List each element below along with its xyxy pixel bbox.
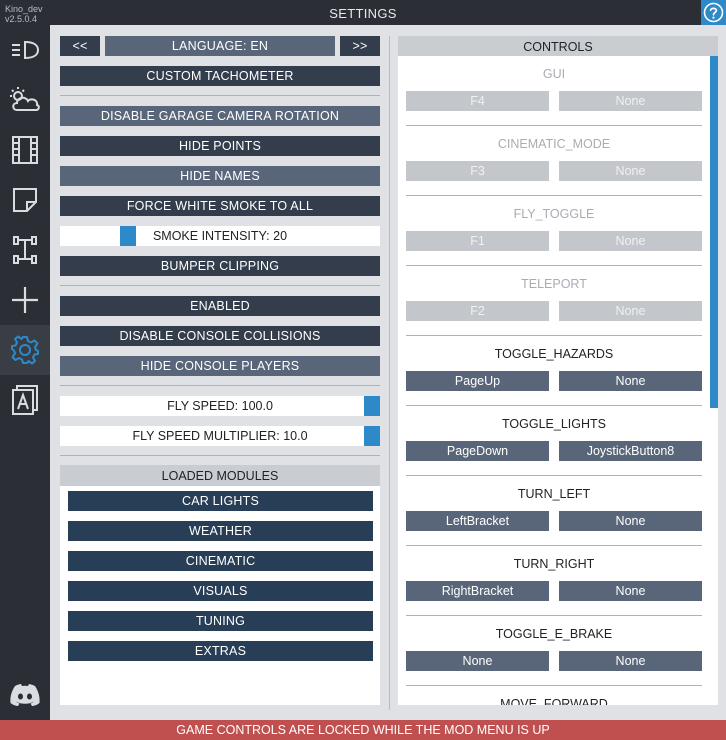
loaded-modules-header: LOADED MODULES — [60, 465, 380, 486]
control-name: GUI — [542, 67, 566, 81]
module-extras[interactable]: EXTRAS — [68, 641, 373, 661]
sidebar-item-font[interactable] — [0, 375, 50, 425]
slider-label: SMOKE INTENSITY: 20 — [152, 229, 288, 243]
primary-key-button[interactable]: LeftBracket — [406, 511, 549, 531]
sidebar-item-extras[interactable] — [0, 275, 50, 325]
control-turn-right: TURN_RIGHT RightBracket None — [398, 546, 710, 616]
secondary-key-button[interactable]: None — [559, 301, 702, 321]
primary-key-button[interactable]: F1 — [406, 231, 549, 251]
module-visuals[interactable]: VISUALS — [68, 581, 373, 601]
module-car-lights[interactable]: CAR LIGHTS — [68, 491, 373, 511]
secondary-key-button[interactable]: None — [559, 91, 702, 111]
control-toggle-hazards: TOGGLE_HAZARDS PageUp None — [398, 336, 710, 406]
control-cinematic-mode: CINEMATIC_MODE F3 None — [398, 126, 710, 196]
control-name: TOGGLE_HAZARDS — [494, 347, 614, 361]
controls-list[interactable]: GUI F4 None CINEMATIC_MODE F3 None FLY_T… — [398, 56, 718, 705]
control-turn-left: TURN_LEFT LeftBracket None — [398, 476, 710, 546]
font-icon — [12, 385, 38, 415]
control-move-forward: MOVE_FORWARD — [398, 686, 710, 705]
hide-points-button[interactable]: HIDE POINTS — [60, 136, 380, 156]
sidebar-item-weather[interactable] — [0, 75, 50, 125]
film-icon — [12, 136, 38, 164]
control-name: FLY_TOGGLE — [513, 207, 595, 221]
locked-controls-banner: GAME CONTROLS ARE LOCKED WHILE THE MOD M… — [0, 720, 726, 740]
tuning-icon — [13, 236, 37, 264]
sticker-icon — [13, 188, 37, 212]
module-tuning[interactable]: TUNING — [68, 611, 373, 631]
force-white-smoke-button[interactable]: FORCE WHITE SMOKE TO ALL — [60, 196, 380, 216]
primary-key-button[interactable]: None — [406, 651, 549, 671]
fly-speed-slider[interactable]: FLY SPEED: 100.0 — [60, 396, 380, 416]
weather-icon — [10, 87, 40, 111]
slider-label: FLY SPEED MULTIPLIER: 10.0 — [132, 429, 308, 443]
discord-icon — [10, 684, 40, 706]
bumper-clipping-button[interactable]: BUMPER CLIPPING — [60, 256, 380, 276]
sidebar-item-visuals[interactable] — [0, 175, 50, 225]
window-title: SETTINGS — [329, 6, 397, 21]
secondary-key-button[interactable]: None — [559, 161, 702, 181]
primary-key-button[interactable]: PageDown — [406, 441, 549, 461]
controls-header: CONTROLS — [398, 36, 718, 57]
hide-console-players-button[interactable]: HIDE CONSOLE PLAYERS — [60, 356, 380, 376]
sidebar-item-discord[interactable] — [0, 670, 50, 720]
question-icon — [703, 2, 724, 23]
primary-key-button[interactable]: F4 — [406, 91, 549, 111]
control-name: MOVE_FORWARD — [500, 697, 608, 705]
control-gui: GUI F4 None — [398, 56, 710, 126]
fly-speed-multiplier-slider[interactable]: FLY SPEED MULTIPLIER: 10.0 — [60, 426, 380, 446]
help-button[interactable] — [701, 0, 726, 25]
section-divider — [60, 285, 380, 286]
section-divider — [60, 95, 380, 96]
gear-icon — [11, 335, 39, 365]
section-divider — [60, 385, 380, 386]
control-toggle-e-brake: TOGGLE_E_BRAKE None None — [398, 616, 710, 686]
sidebar — [0, 25, 50, 720]
sidebar-item-settings[interactable] — [0, 325, 50, 375]
secondary-key-button[interactable]: JoystickButton8 — [559, 441, 702, 461]
control-name: TURN_LEFT — [517, 487, 591, 501]
disable-console-collisions-button[interactable]: DISABLE CONSOLE COLLISIONS — [60, 326, 380, 346]
control-name: TELEPORT — [521, 277, 587, 291]
title-bar: Kino_dev v2.5.0.4 SETTINGS — [0, 0, 726, 25]
control-name: TOGGLE_E_BRAKE — [495, 627, 613, 641]
sidebar-item-cinematic[interactable] — [0, 125, 50, 175]
headlight-icon — [12, 40, 40, 60]
secondary-key-button[interactable]: None — [559, 581, 702, 601]
module-weather[interactable]: WEATHER — [68, 521, 373, 541]
secondary-key-button[interactable]: None — [559, 651, 702, 671]
secondary-key-button[interactable]: None — [559, 231, 702, 251]
primary-key-button[interactable]: F3 — [406, 161, 549, 181]
control-toggle-lights: TOGGLE_LIGHTS PageDown JoystickButton8 — [398, 406, 710, 476]
secondary-key-button[interactable]: None — [559, 371, 702, 391]
slider-handle[interactable] — [364, 426, 380, 446]
column-separator — [389, 36, 390, 710]
slider-handle[interactable] — [364, 396, 380, 416]
control-name: CINEMATIC_MODE — [497, 137, 611, 151]
smoke-intensity-slider[interactable]: SMOKE INTENSITY: 20 — [60, 226, 380, 246]
sidebar-item-car-lights[interactable] — [0, 25, 50, 75]
sidebar-item-tuning[interactable] — [0, 225, 50, 275]
control-name: TURN_RIGHT — [513, 557, 595, 571]
slider-label: FLY SPEED: 100.0 — [167, 399, 273, 413]
secondary-key-button[interactable]: None — [559, 511, 702, 531]
enabled-button[interactable]: ENABLED — [60, 296, 380, 316]
section-divider — [60, 455, 380, 456]
hide-names-button[interactable]: HIDE NAMES — [60, 166, 380, 186]
primary-key-button[interactable]: RightBracket — [406, 581, 549, 601]
control-fly-toggle: FLY_TOGGLE F1 None — [398, 196, 710, 266]
primary-key-button[interactable]: F2 — [406, 301, 549, 321]
primary-key-button[interactable]: PageUp — [406, 371, 549, 391]
plus-icon — [12, 287, 38, 313]
slider-handle[interactable] — [120, 226, 136, 246]
disable-garage-rotation-button[interactable]: DISABLE GARAGE CAMERA ROTATION — [60, 106, 380, 126]
control-name: TOGGLE_LIGHTS — [502, 417, 606, 431]
module-cinematic[interactable]: CINEMATIC — [68, 551, 373, 571]
controls-scrollbar[interactable] — [710, 56, 718, 408]
language-prev-button[interactable]: << — [60, 36, 100, 56]
language-selector[interactable]: LANGUAGE: EN — [105, 36, 335, 56]
custom-tachometer-button[interactable]: CUSTOM TACHOMETER — [60, 66, 380, 86]
language-next-button[interactable]: >> — [340, 36, 380, 56]
control-teleport: TELEPORT F2 None — [398, 266, 710, 336]
